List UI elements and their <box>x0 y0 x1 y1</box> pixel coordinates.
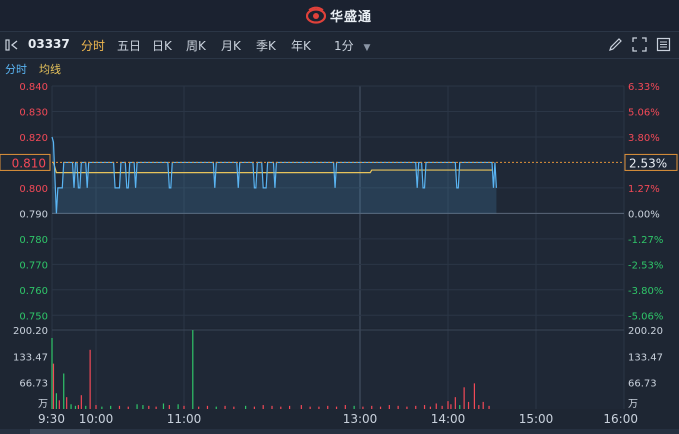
collapse-panel-icon[interactable] <box>5 37 19 56</box>
period-value: 1分 <box>334 39 354 53</box>
volume-unit-right: 万 <box>628 399 638 410</box>
brand: 华盛通 <box>306 5 372 25</box>
volume-axis-tick-right: 200.20 <box>628 326 663 337</box>
volume-axis-tick-right: 66.73 <box>628 379 657 390</box>
pct-axis-tick: -5.06% <box>628 311 663 322</box>
draw-pen-icon[interactable] <box>608 37 623 56</box>
legend-avg-line[interactable]: 均线 <box>39 61 61 77</box>
tab-weekly-k[interactable]: 周K <box>186 37 206 54</box>
indicator-bar: 分时 均线 <box>0 59 679 78</box>
pct-axis-tick: 1.27% <box>628 184 660 195</box>
pct-axis-tick: 5.06% <box>628 107 660 118</box>
pct-axis-tick: -1.27% <box>628 235 663 246</box>
app-header: 华盛通 <box>0 0 679 32</box>
volume-axis-tick-left: 133.47 <box>13 352 48 363</box>
stock-code: 03337 <box>28 37 70 51</box>
tab-yearly-k[interactable]: 年K <box>291 37 311 54</box>
time-axis-tick: 9:30 <box>38 412 65 426</box>
chart-toolbar: 03337 分时 五日 日K 周K 月K 季K 年K 1分 ▼ <box>0 32 679 59</box>
price-axis-tick: 0.750 <box>19 311 48 322</box>
eye-swirl-logo-icon <box>306 6 326 24</box>
settings-icon[interactable] <box>656 37 671 56</box>
volume-axis-tick-left: 200.20 <box>13 326 48 337</box>
intraday-chart[interactable]: 0.840 0.830 0.820 0.800 0.790 0.780 0.770 0.760… <box>0 78 679 429</box>
time-axis-tick: 15:00 <box>519 412 554 426</box>
time-axis-tick: 16:00 <box>603 412 638 426</box>
tab-intraday[interactable]: 分时 <box>81 37 105 54</box>
caret-down-icon: ▼ <box>363 43 371 53</box>
time-axis-tick: 10:00 <box>79 412 114 426</box>
price-axis-tick: 0.790 <box>19 209 48 220</box>
tab-five-day[interactable]: 五日 <box>117 37 141 54</box>
fullscreen-icon[interactable] <box>632 37 647 56</box>
price-axis-tick: 0.840 <box>19 82 48 93</box>
pct-axis-tick: 0.00% <box>628 209 660 220</box>
volume-pane <box>52 330 624 409</box>
legend-time-line[interactable]: 分时 <box>5 61 27 77</box>
volume-unit-left: 万 <box>38 399 48 410</box>
pct-axis-tick: 6.33% <box>628 82 660 93</box>
time-axis-tick: 13:00 <box>343 412 378 426</box>
price-axis-tick: 0.780 <box>19 235 48 246</box>
tab-daily-k[interactable]: 日K <box>152 37 172 54</box>
brand-name: 华盛通 <box>330 9 373 25</box>
volume-axis-tick-left: 66.73 <box>19 379 48 390</box>
price-axis-tick: 0.760 <box>19 286 48 297</box>
timeline-scrollbar[interactable] <box>0 429 679 434</box>
current-price-label: 0.810 <box>12 156 46 170</box>
tab-monthly-k[interactable]: 月K <box>221 37 241 54</box>
period-select[interactable]: 1分 ▼ <box>334 37 370 54</box>
time-axis-tick: 11:00 <box>167 412 202 426</box>
price-axis-tick: 0.800 <box>19 184 48 195</box>
pct-axis-tick: -3.80% <box>628 286 663 297</box>
tab-quarterly-k[interactable]: 季K <box>256 37 276 54</box>
time-axis-tick: 14:00 <box>431 412 466 426</box>
pct-axis-tick: -2.53% <box>628 260 663 271</box>
current-pct-label: 2.53% <box>629 156 667 170</box>
price-axis-tick: 0.830 <box>19 107 48 118</box>
timeline-scroll-thumb[interactable] <box>30 429 90 434</box>
volume-axis-tick-right: 133.47 <box>628 352 663 363</box>
price-axis-tick: 0.770 <box>19 260 48 271</box>
price-axis-tick: 0.820 <box>19 133 48 144</box>
pct-axis-tick: 3.80% <box>628 133 660 144</box>
